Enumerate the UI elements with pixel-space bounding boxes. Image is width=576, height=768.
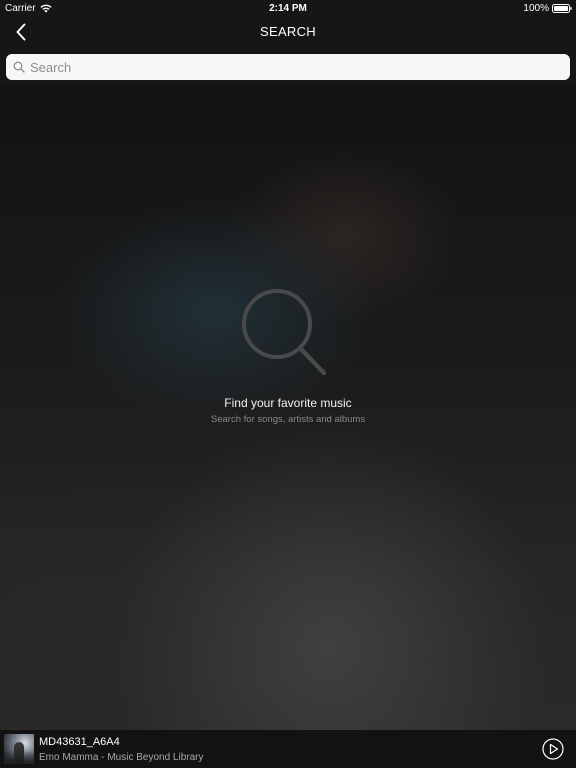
search-icon xyxy=(13,61,25,73)
empty-state-title: Find your favorite music xyxy=(224,396,352,410)
empty-state: Find your favorite music Search for song… xyxy=(0,286,576,425)
status-battery: 100% xyxy=(523,3,572,14)
album-art[interactable] xyxy=(4,734,34,764)
play-button[interactable] xyxy=(542,738,564,760)
play-circle-icon xyxy=(542,738,564,760)
search-screen: Carrier 2:14 PM 100% SEARCH Search Find … xyxy=(0,0,576,768)
mini-player[interactable]: MD43631_A6A4 Emo Mamma - Music Beyond Li… xyxy=(0,730,576,768)
battery-percentage: 100% xyxy=(523,3,549,14)
status-time: 2:14 PM xyxy=(269,3,307,14)
empty-state-subtitle: Search for songs, artists and albums xyxy=(210,414,366,425)
search-bar[interactable] xyxy=(6,54,570,80)
search-input[interactable] xyxy=(30,57,550,77)
navigation-bar: SEARCH xyxy=(0,16,576,48)
track-subtitle: Emo Mamma - Music Beyond Library xyxy=(39,752,204,763)
album-art-figure xyxy=(14,742,24,764)
track-title: MD43631_A6A4 xyxy=(39,736,120,748)
magnifier-icon xyxy=(242,289,327,376)
battery-icon xyxy=(552,4,572,13)
status-bar: Carrier 2:14 PM 100% xyxy=(0,0,576,16)
play-triangle-icon xyxy=(549,743,559,755)
page-title: SEARCH xyxy=(260,24,316,39)
